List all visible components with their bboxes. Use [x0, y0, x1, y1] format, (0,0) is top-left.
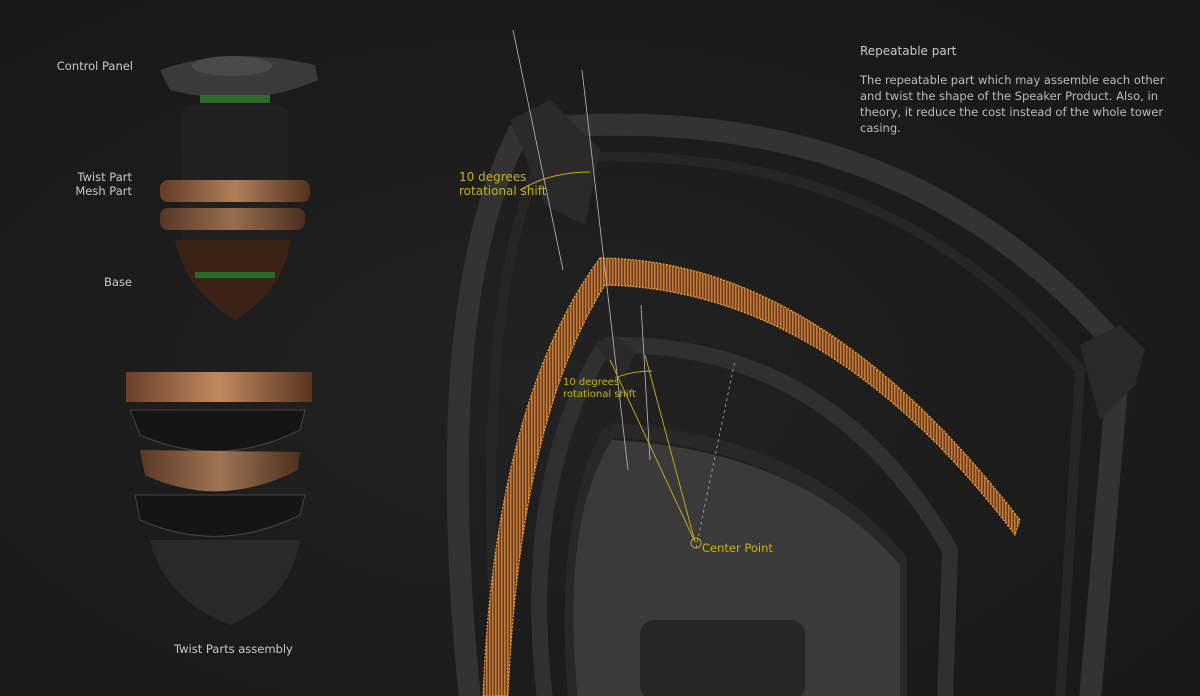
label-twist-part: Twist Part: [77, 170, 132, 184]
description-title: Repeatable part: [860, 44, 957, 58]
base-part: [175, 240, 290, 320]
inner-shift-annotation: 10 degrees rotational shift: [563, 377, 636, 401]
label-assembly-caption: Twist Parts assembly: [174, 642, 293, 656]
mesh-part: [160, 208, 305, 230]
inner-shift-line1: 10 degrees: [563, 377, 620, 388]
base-slot: [640, 620, 805, 696]
twist-part: [160, 180, 310, 202]
center-point-label: Center Point: [702, 541, 773, 555]
design-sheet: Control Panel Twist Part Mesh Part Base …: [0, 0, 1200, 696]
label-mesh-part: Mesh Part: [75, 184, 132, 198]
label-control-panel: Control Panel: [56, 59, 133, 73]
outer-shift-annotation: 10 degrees rotational shift: [459, 170, 546, 198]
outer-shift-line1: 10 degrees: [459, 170, 527, 184]
outer-tab: [1080, 325, 1145, 420]
exploded-tower: [160, 56, 318, 320]
label-base: Base: [103, 275, 132, 289]
inner-shift-line2: rotational shift: [563, 389, 636, 400]
outer-shift-line2: rotational shift: [459, 184, 547, 198]
description-body: The repeatable part which may assemble e…: [860, 73, 1165, 135]
twist-parts-assembly: [126, 372, 312, 625]
